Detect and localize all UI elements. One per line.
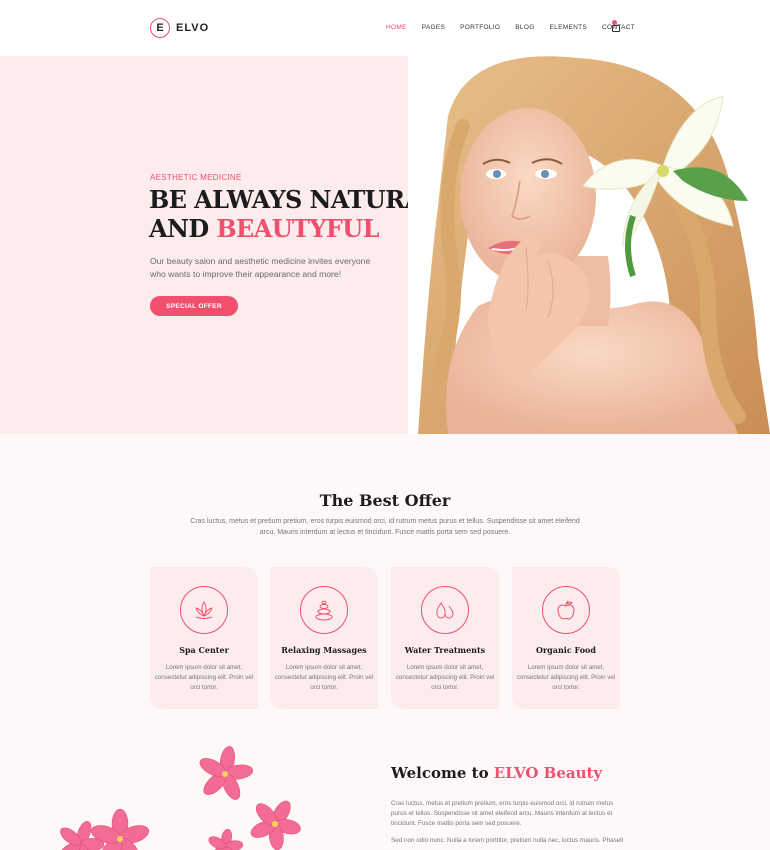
hero-eyebrow: AESTHETIC MEDICINE (150, 173, 242, 182)
offer-description: Cras luctus, metus et pretium pretium, e… (190, 518, 580, 536)
hero-portrait-image (408, 56, 770, 434)
card-organic-food[interactable]: Organic Food Lorem ipsum dolor sit amet,… (512, 567, 620, 709)
apple-icon (542, 586, 590, 634)
water-drops-icon (421, 586, 469, 634)
hero-section: AESTHETIC MEDICINE BE ALWAYS NATURAL AND… (0, 56, 770, 434)
flowers-image (60, 746, 301, 850)
welcome-title-plain: Welcome to (391, 764, 494, 782)
card-spa-center[interactable]: Spa Center Lorem ipsum dolor sit amet, c… (150, 567, 258, 709)
hero-title-line2-accent: BEAUTYFUL (216, 214, 379, 243)
welcome-paragraph-1: Cras luctus, metus et pretium pretium, e… (391, 800, 614, 827)
welcome-paragraph-2: Sed non odio nunc. Nulla a lorem porttit… (391, 837, 623, 844)
main-nav: HOME PAGES PORTFOLIO BLOG ELEMENTS CONTA… (386, 24, 650, 31)
nav-item-home[interactable]: HOME (386, 24, 407, 31)
hero-title-line2-plain: AND (149, 214, 217, 243)
nav-item-pages[interactable]: PAGES (422, 24, 445, 31)
stones-icon (300, 586, 348, 634)
nav-item-portfolio[interactable]: PORTFOLIO (460, 24, 500, 31)
shopping-bag-icon[interactable] (612, 20, 621, 32)
special-offer-button[interactable]: SPECIAL OFFER (150, 296, 238, 316)
card-title: Organic Food (536, 645, 596, 655)
nav-item-blog[interactable]: BLOG (515, 24, 534, 31)
cart-badge (612, 20, 617, 25)
offer-title: The Best Offer (319, 491, 451, 510)
card-title: Spa Center (179, 645, 229, 655)
site-header: E ELVO HOME PAGES PORTFOLIO BLOG ELEMENT… (0, 0, 770, 56)
card-text: Lorem ipsum dolor sit amet, consectetur … (274, 664, 374, 691)
card-relaxing-massages[interactable]: Relaxing Massages Lorem ipsum dolor sit … (270, 567, 378, 709)
offer-cards: Spa Center Lorem ipsum dolor sit amet, c… (150, 567, 620, 709)
hero-title: BE ALWAYS NATURAL AND BEAUTYFUL (149, 185, 439, 243)
card-title: Relaxing Massages (281, 645, 367, 655)
logo[interactable]: E ELVO (150, 18, 209, 38)
lotus-icon (180, 586, 228, 634)
hero-title-line1: BE ALWAYS NATURAL (149, 185, 439, 214)
best-offer-section: The Best Offer Cras luctus, metus et pre… (0, 434, 770, 850)
logo-text: ELVO (176, 22, 210, 34)
logo-mark: E (150, 18, 170, 38)
nav-item-elements[interactable]: ELEMENTS (550, 24, 587, 31)
cart-body (612, 25, 620, 32)
card-title: Water Treatments (404, 645, 486, 655)
card-water-treatments[interactable]: Water Treatments Lorem ipsum dolor sit a… (391, 567, 499, 709)
hero-description: Our beauty salon and aesthetic medicine … (150, 256, 371, 279)
welcome-title-accent: ELVO Beauty (493, 764, 603, 782)
card-text: Lorem ipsum dolor sit amet, consectetur … (516, 664, 616, 691)
card-text: Lorem ipsum dolor sit amet, consectetur … (395, 664, 495, 691)
welcome-title: Welcome to ELVO Beauty (391, 764, 602, 782)
card-text: Lorem ipsum dolor sit amet, consectetur … (154, 664, 254, 691)
